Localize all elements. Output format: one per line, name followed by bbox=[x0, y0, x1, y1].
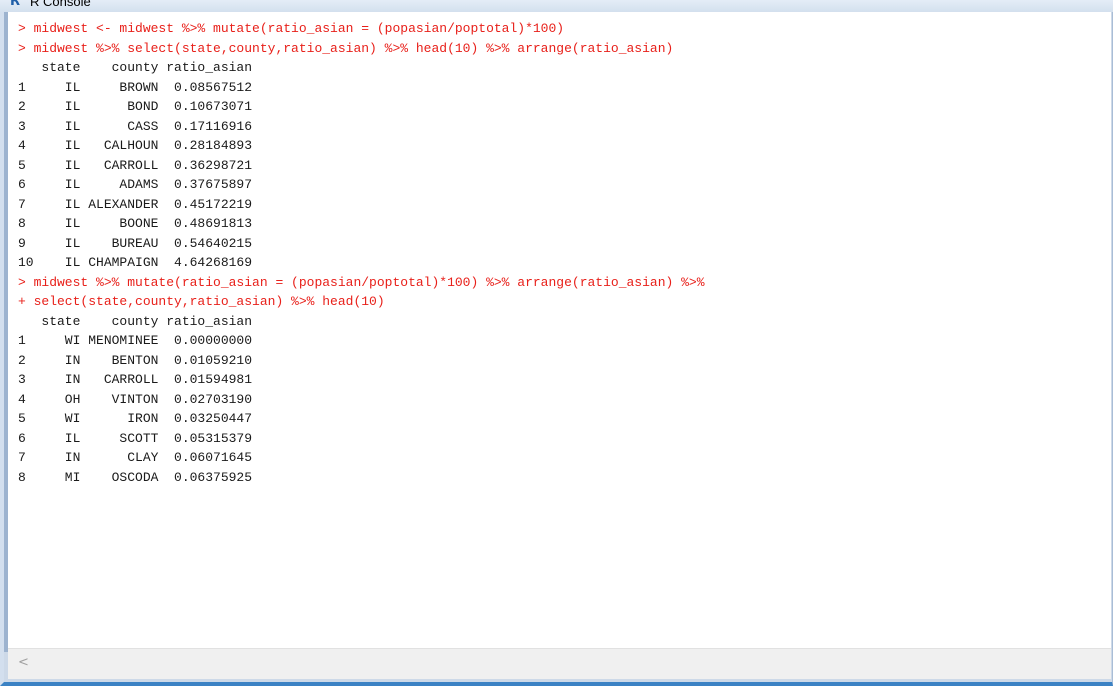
console-output-line: state county ratio_asian bbox=[18, 60, 253, 75]
console-output-line: state county ratio_asian bbox=[18, 313, 253, 329]
window-title: R Console bbox=[30, 0, 91, 9]
console-output-line: 7 IL ALEXANDER 0.45172219 bbox=[18, 196, 253, 212]
console-command-line: > midwest <- midwest %>% mutate(ratio_as… bbox=[18, 21, 565, 36]
console-output-line: 5 WI IRON 0.03250447 bbox=[18, 411, 253, 426]
console-output-line: 8 MI OSCODA 0.06375925 bbox=[18, 469, 253, 485]
console-output-line: 6 IL SCOTT 0.05315379 bbox=[18, 430, 253, 446]
console-output-line: 4 OH VINTON 0.02703190 bbox=[18, 391, 253, 407]
console-output-line: 9 IL BUREAU 0.54640215 bbox=[18, 235, 253, 251]
console-output-line: 10 IL CHAMPAIGN 4.64268169 bbox=[18, 255, 253, 270]
r-console-window: R R Console > midwest <- midwest %>% mut… bbox=[0, 0, 1113, 686]
console-output-line: 3 IN CARROLL 0.01594981 bbox=[18, 372, 253, 387]
console-lines: > midwest <- midwest %>% mutate(ratio_as… bbox=[18, 19, 705, 487]
console-command-line: > midwest %>% mutate(ratio_asian = (popa… bbox=[18, 274, 705, 290]
horizontal-scrollbar[interactable]: < bbox=[8, 648, 1111, 679]
console-output-line: 4 IL CALHOUN 0.28184893 bbox=[18, 138, 253, 153]
console-output-area[interactable]: > midwest <- midwest %>% mutate(ratio_as… bbox=[8, 12, 1111, 648]
console-output-line: 1 WI MENOMINEE 0.00000000 bbox=[18, 333, 253, 348]
console-output-line: 2 IN BENTON 0.01059210 bbox=[18, 352, 253, 368]
chevron-left-icon[interactable]: < bbox=[18, 655, 29, 670]
r-logo-icon: R bbox=[10, 0, 21, 9]
console-output-line: 8 IL BOONE 0.48691813 bbox=[18, 216, 253, 231]
console-command-line: + select(state,county,ratio_asian) %>% h… bbox=[18, 294, 385, 309]
console-output-line: 6 IL ADAMS 0.37675897 bbox=[18, 177, 253, 192]
console-output-line: 1 IL BROWN 0.08567512 bbox=[18, 79, 253, 95]
console-output-line: 5 IL CARROLL 0.36298721 bbox=[18, 157, 253, 173]
console-output-line: 3 IL CASS 0.17116916 bbox=[18, 118, 253, 134]
console-command-line: > midwest %>% select(state,county,ratio_… bbox=[18, 40, 674, 56]
title-bar[interactable]: R R Console bbox=[0, 0, 1113, 12]
console-output-line: 7 IN CLAY 0.06071645 bbox=[18, 450, 253, 465]
console-output-line: 2 IL BOND 0.10673071 bbox=[18, 99, 253, 114]
